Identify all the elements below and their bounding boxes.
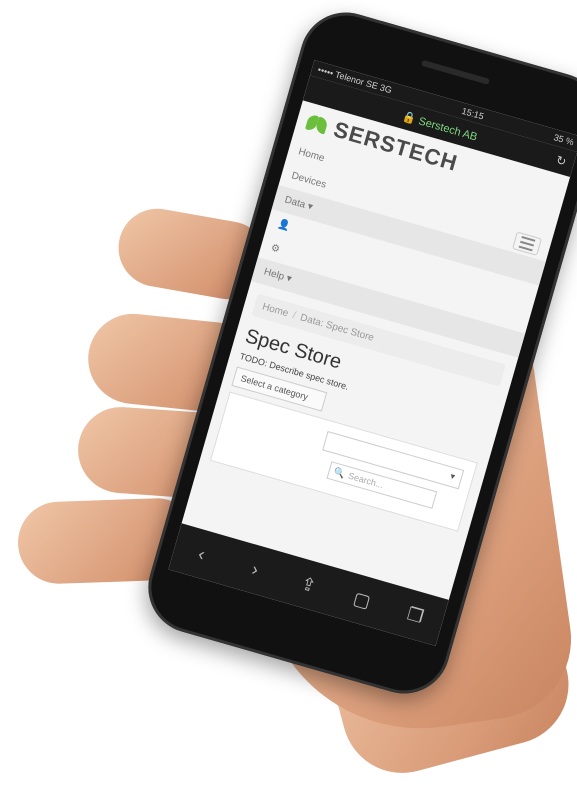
breadcrumb-home[interactable]: Home	[261, 301, 290, 319]
nav-label: Home	[297, 146, 326, 165]
earpiece	[421, 59, 490, 85]
gear-icon: ⚙	[269, 242, 282, 256]
reload-icon[interactable]: ↻	[554, 153, 568, 169]
breadcrumb-separator: /	[291, 310, 298, 322]
search-placeholder: Search...	[347, 470, 385, 491]
search-icon: 🔍	[332, 465, 347, 479]
menu-toggle-icon[interactable]	[512, 230, 543, 256]
back-icon[interactable]: ‹	[184, 540, 219, 568]
nav-label: Devices	[290, 170, 328, 191]
nav-label: Help ▾	[262, 266, 293, 285]
smartphone: ••••• Telenor SE 3G 15:15 35 % 🔒 Serstec…	[137, 1, 577, 705]
forward-icon[interactable]: ›	[238, 555, 273, 583]
caret-down-icon: ▾	[449, 470, 457, 482]
tabs-icon[interactable]: ❐	[398, 601, 433, 629]
bookmarks-icon[interactable]: ▢	[345, 586, 380, 614]
browser-toolbar: ‹ › ⇪ ▢ ❐	[168, 523, 449, 647]
phone-screen: ••••• Telenor SE 3G 15:15 35 % 🔒 Serstec…	[168, 59, 577, 647]
share-icon[interactable]: ⇪	[291, 570, 326, 598]
user-icon: 👤	[276, 218, 292, 233]
serstech-logo-icon	[305, 113, 331, 136]
nav-label: Data ▾	[283, 194, 315, 213]
breadcrumb-current: Data: Spec Store	[298, 312, 376, 344]
